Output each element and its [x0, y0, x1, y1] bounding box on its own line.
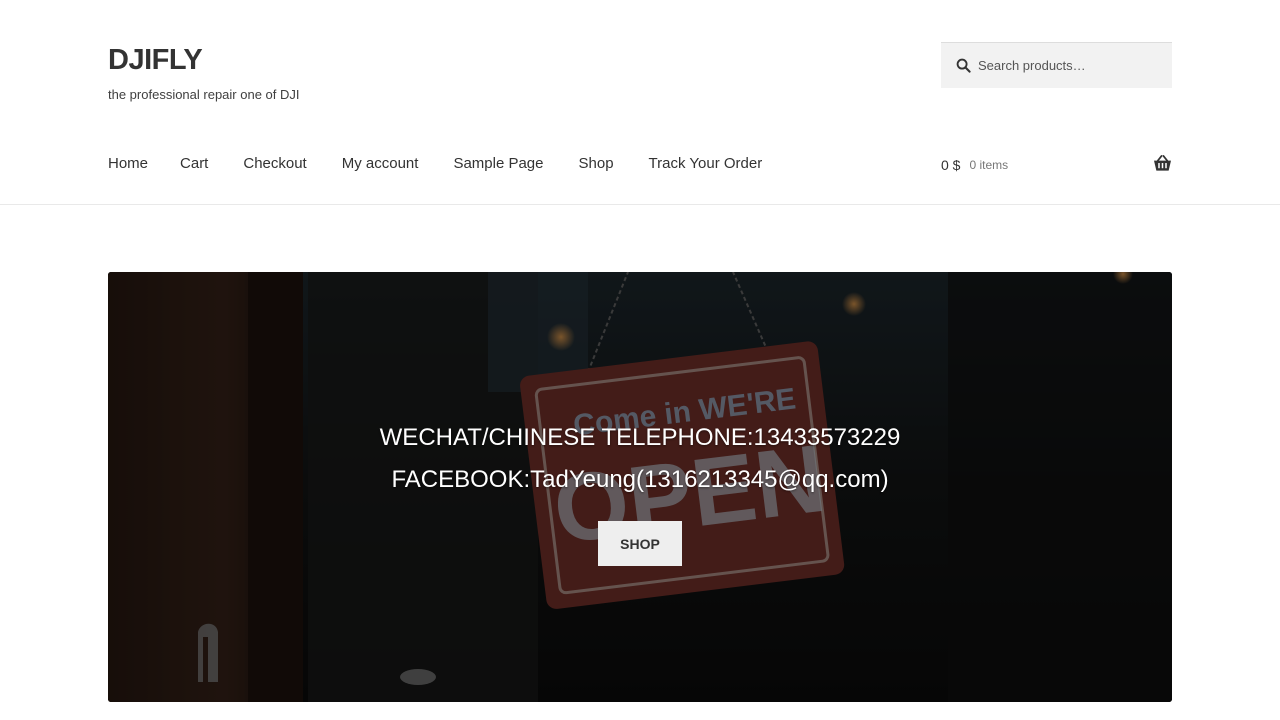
site-branding: DJIFLY the professional repair one of DJ… — [108, 44, 300, 102]
site-header: DJIFLY the professional repair one of DJ… — [0, 0, 1280, 205]
basket-icon[interactable] — [1153, 155, 1172, 172]
nav-item-checkout[interactable]: Checkout — [243, 155, 306, 172]
shop-button[interactable]: SHOP — [598, 521, 682, 566]
header-cart[interactable]: 0 $ 0 items — [941, 155, 1172, 175]
product-search[interactable] — [941, 42, 1172, 88]
nav-item-shop[interactable]: Shop — [579, 155, 614, 172]
nav-item-track-order[interactable]: Track Your Order — [649, 155, 763, 172]
nav-item-sample-page[interactable]: Sample Page — [453, 155, 543, 172]
nav-item-home[interactable]: Home — [108, 155, 148, 172]
hero-banner: Come in WE'RE OPEN WECHAT/CHINESE TELEPH… — [108, 272, 1172, 702]
search-input[interactable] — [978, 58, 1168, 73]
cart-item-count: 0 items — [969, 158, 1009, 172]
hero-content: WECHAT/CHINESE TELEPHONE:13433573229 FAC… — [108, 272, 1172, 702]
primary-navigation: Home Cart Checkout My account Sample Pag… — [108, 155, 797, 172]
cart-amount: 0 $ — [941, 157, 961, 173]
hero-contact-wechat: WECHAT/CHINESE TELEPHONE:13433573229 — [379, 424, 901, 451]
nav-item-my-account[interactable]: My account — [342, 155, 419, 172]
hero-contact-facebook: FACEBOOK:TadYeung(1316213345@qq.com) — [391, 466, 889, 493]
nav-item-cart[interactable]: Cart — [180, 155, 208, 172]
search-icon — [956, 58, 971, 73]
site-tagline: the professional repair one of DJI — [108, 87, 300, 102]
site-title-link[interactable]: DJIFLY — [108, 44, 300, 77]
